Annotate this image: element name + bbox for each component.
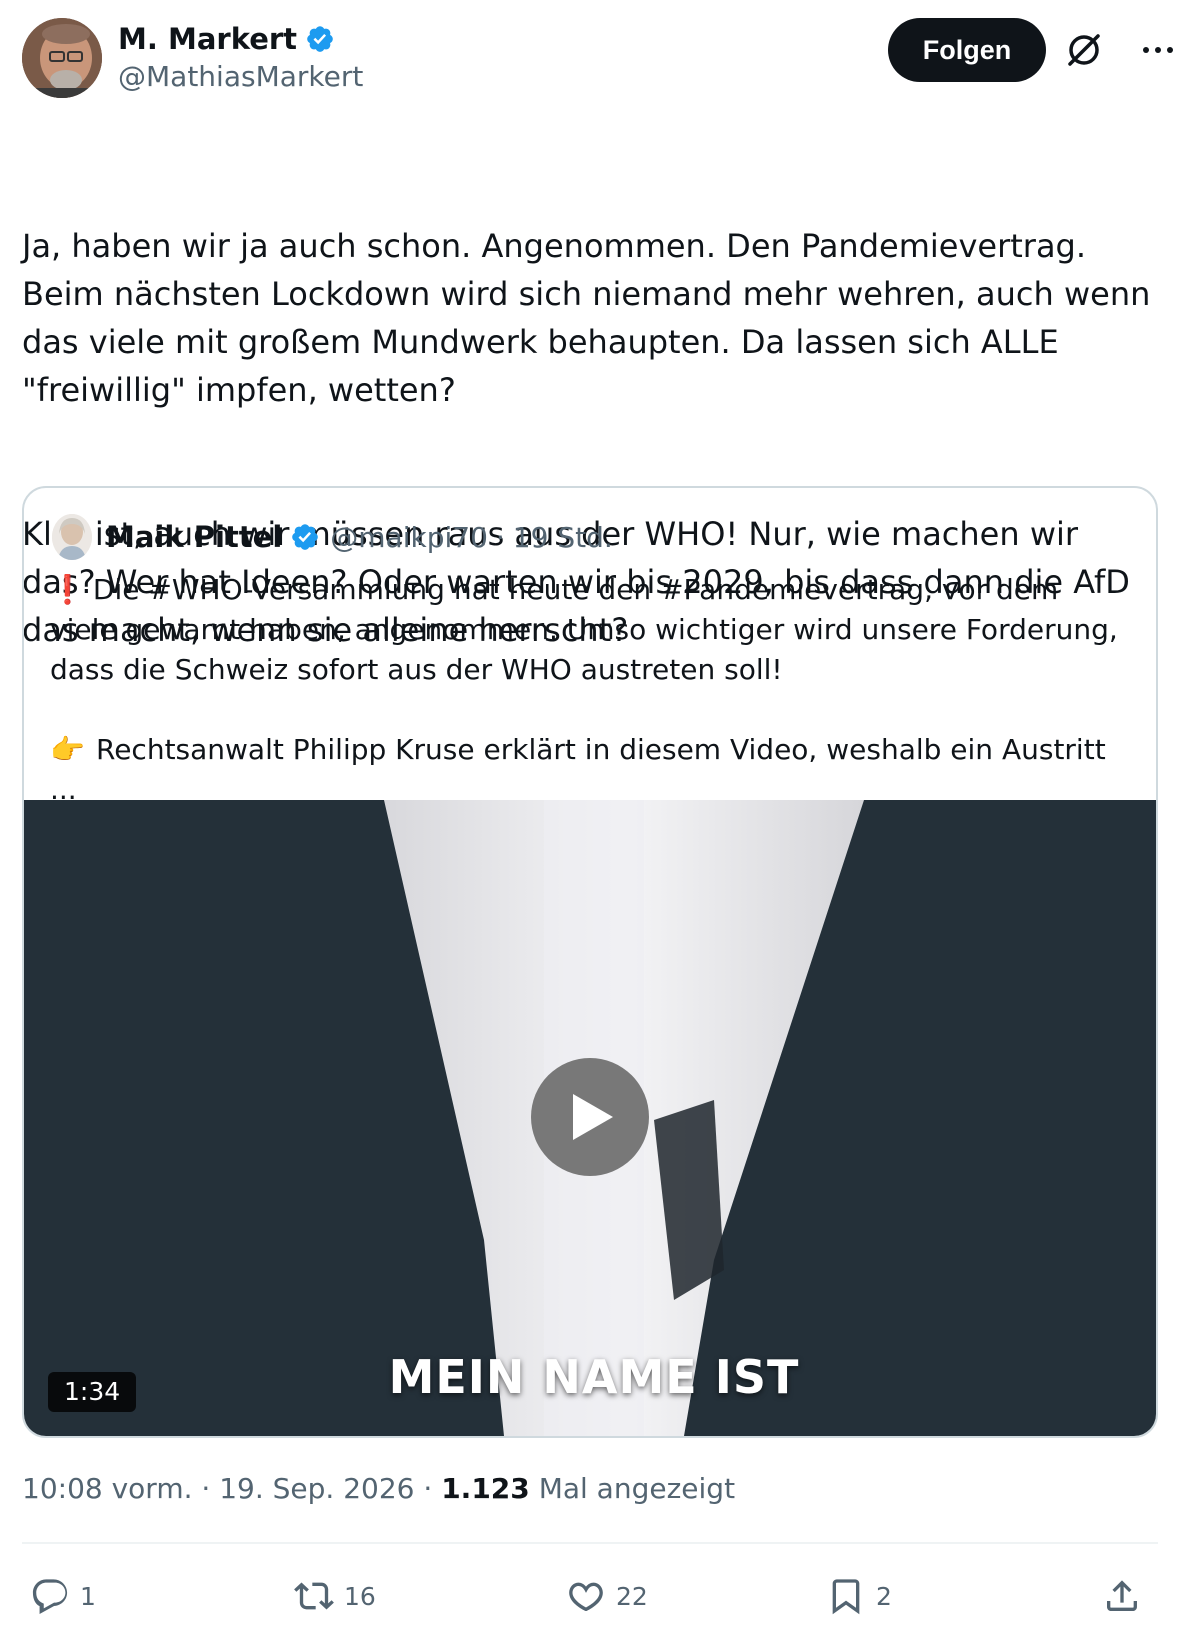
quote-author-avatar[interactable]	[52, 514, 92, 560]
share-button[interactable]	[1102, 1566, 1152, 1626]
reply-icon	[32, 1579, 68, 1615]
quote-timestamp[interactable]: 19 Std.	[513, 521, 613, 554]
tweet-date[interactable]: 19. Sep. 2026	[219, 1472, 414, 1505]
play-icon	[573, 1094, 613, 1140]
video-player[interactable]: MEIN NAME IST 1:34	[24, 800, 1156, 1436]
reply-count: 1	[80, 1581, 96, 1611]
quote-line-2: Rechtsanwalt Philipp Kruse erklärt in di…	[50, 733, 1106, 806]
grok-icon[interactable]	[1062, 28, 1106, 72]
repost-icon	[294, 1582, 334, 1610]
author-handle[interactable]: @MathiasMarkert	[118, 60, 363, 94]
tweet-time[interactable]: 10:08 vorm.	[22, 1472, 193, 1505]
quote-paragraph: ❗ Die #WHO-Versammlung hat heute den #Pa…	[50, 570, 1130, 690]
quote-separator: ·	[495, 520, 505, 554]
author-display-name[interactable]: M. Markert	[118, 22, 297, 56]
bookmark-button[interactable]: 2	[826, 1566, 892, 1626]
action-bar: 1 16 22 2	[22, 1566, 1158, 1626]
video-caption: MEIN NAME IST	[388, 1350, 800, 1404]
divider	[22, 1542, 1158, 1544]
repost-button[interactable]: 16	[294, 1566, 376, 1626]
tweet-header: M. Markert @MathiasMarkert Folgen	[22, 18, 1173, 98]
author-avatar[interactable]	[22, 18, 102, 98]
quote-paragraph: 👉 Rechtsanwalt Philipp Kruse erklärt in d…	[50, 730, 1130, 810]
exclamation-emoji: ❗	[50, 573, 85, 606]
like-button[interactable]: 22	[566, 1566, 648, 1626]
tweet-meta: 10:08 vorm. · 19. Sep. 2026 · 1.123 Mal …	[22, 1472, 735, 1505]
quote-display-name[interactable]: Maik Pittel	[106, 520, 282, 554]
quote-header: Maik Pittel @maikpi70 · 19 Std.	[52, 514, 613, 560]
pointing-hand-emoji: 👉	[50, 733, 85, 766]
quoted-tweet[interactable]: Maik Pittel @maikpi70 · 19 Std. ❗ Die #W…	[22, 486, 1158, 1438]
play-button[interactable]	[531, 1058, 649, 1176]
repost-count: 16	[344, 1581, 376, 1611]
verified-badge-icon[interactable]	[290, 522, 320, 552]
verified-badge-icon[interactable]	[305, 24, 335, 54]
bookmark-count: 2	[876, 1581, 892, 1611]
quote-handle[interactable]: @maikpi70	[330, 521, 488, 554]
tweet-paragraph: Ja, haben wir ja auch schon. Angenommen.…	[22, 227, 1161, 409]
meta-separator: ·	[423, 1472, 433, 1505]
meta-separator: ·	[201, 1472, 211, 1505]
views-label: Mal angezeigt	[538, 1472, 736, 1505]
bookmark-icon	[832, 1579, 860, 1615]
like-count: 22	[616, 1581, 648, 1611]
follow-button[interactable]: Folgen	[888, 18, 1046, 82]
more-icon[interactable]	[1140, 36, 1176, 64]
video-duration: 1:34	[48, 1372, 137, 1412]
quote-line-1: Die #WHO-Versammlung hat heute den #Pand…	[50, 573, 1118, 686]
author-name-row: M. Markert	[118, 22, 335, 56]
share-icon	[1107, 1580, 1137, 1611]
heart-icon	[569, 1582, 603, 1612]
view-count: 1.123	[441, 1472, 530, 1505]
quote-text: ❗ Die #WHO-Versammlung hat heute den #Pa…	[50, 570, 1130, 810]
reply-button[interactable]: 1	[30, 1566, 96, 1626]
